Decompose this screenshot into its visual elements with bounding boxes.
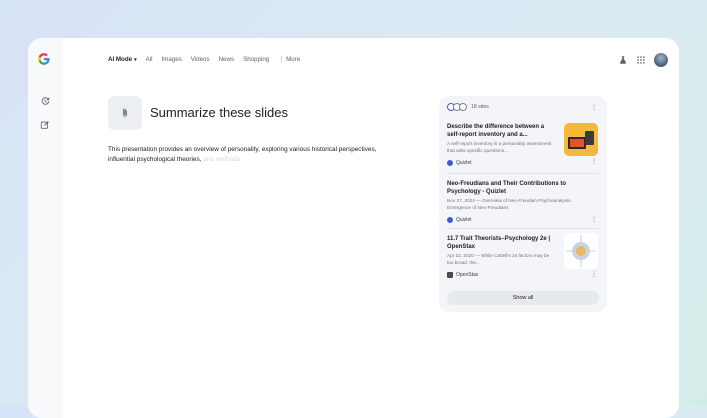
result-snippet: Apr 22, 2020 — While Cattell's 16 factor… [447, 253, 550, 265]
tab-more[interactable]: ⋮ More [278, 56, 300, 63]
source-result[interactable]: Neo-Freudians and Their Contributions to… [447, 180, 599, 223]
thumbnail-image [568, 131, 594, 149]
result-menu-icon[interactable]: ⋮ [591, 217, 597, 223]
result-menu-icon[interactable]: ⋮ [591, 159, 597, 165]
search-mode-tabs: AI Mode ▾ All Images Videos News Shopping… [108, 56, 309, 63]
panel-menu-icon[interactable]: ⋮ [591, 105, 597, 111]
divider [447, 173, 599, 174]
result-thumbnail [564, 233, 598, 269]
sources-panel: 18 sites ⋮ Describe the difference betwe… [439, 96, 607, 312]
openstax-favicon-icon [447, 272, 453, 278]
result-title: Neo-Freudians and Their Contributions to… [447, 181, 566, 195]
result-source: Quizlet [447, 217, 599, 223]
quizlet-favicon-icon [447, 217, 453, 223]
history-icon [41, 97, 50, 105]
result-source: OpenStax [447, 272, 599, 278]
sites-count: 18 sites [471, 104, 489, 110]
show-all-button[interactable]: Show all [447, 291, 599, 305]
result-source-name: Quizlet [456, 217, 472, 223]
result-menu-icon[interactable]: ⋮ [591, 272, 597, 278]
labs-flask-icon[interactable] [618, 55, 628, 65]
ai-answer: This presentation provides an overview o… [108, 145, 388, 165]
tab-images[interactable]: Images [161, 56, 181, 63]
more-vert-icon: ⋮ [278, 56, 287, 63]
divider [447, 228, 599, 229]
answer-faded-text: and methods [203, 156, 241, 163]
edit-icon [40, 121, 49, 129]
result-title: Describe the difference between a self-r… [447, 124, 545, 138]
google-logo[interactable] [37, 52, 51, 66]
chevron-down-icon: ▾ [134, 57, 137, 63]
apps-grid-icon[interactable] [636, 55, 646, 65]
browser-window: AI Mode ▾ All Images Videos News Shopping… [28, 38, 679, 418]
result-title: 11.7 Trait Theorists–Psychology 2e | Ope… [447, 236, 551, 250]
history-button[interactable] [38, 94, 52, 108]
paperclip-icon [122, 108, 128, 117]
left-rail [28, 38, 62, 418]
tab-ai-mode[interactable]: AI Mode ▾ [108, 56, 137, 63]
attachment-card[interactable] [108, 96, 142, 130]
tab-news[interactable]: News [219, 56, 234, 63]
quizlet-favicon-icon [447, 160, 453, 166]
result-snippet: A self-report inventory is a personality… [447, 141, 552, 153]
result-thumbnail [564, 123, 598, 156]
thumbnail-image [566, 235, 596, 267]
query-title: Summarize these slides [150, 105, 288, 120]
result-source: Quizlet [447, 160, 599, 166]
result-source-name: Quizlet [456, 160, 472, 166]
new-chat-button[interactable] [38, 118, 52, 132]
site-favicons [447, 103, 467, 111]
result-source-name: OpenStax [456, 272, 479, 278]
tab-shopping[interactable]: Shopping [243, 56, 269, 63]
site-favicon-icon [459, 103, 467, 111]
tab-videos[interactable]: Videos [191, 56, 210, 63]
account-controls [610, 53, 668, 67]
sources-header[interactable]: 18 sites [447, 103, 489, 111]
result-snippet: Nov 27, 2024 — Overview of Neo-Freudian … [447, 198, 572, 210]
avatar[interactable] [654, 53, 668, 67]
tab-all[interactable]: All [146, 56, 153, 63]
answer-text: This presentation provides an overview o… [108, 146, 377, 163]
